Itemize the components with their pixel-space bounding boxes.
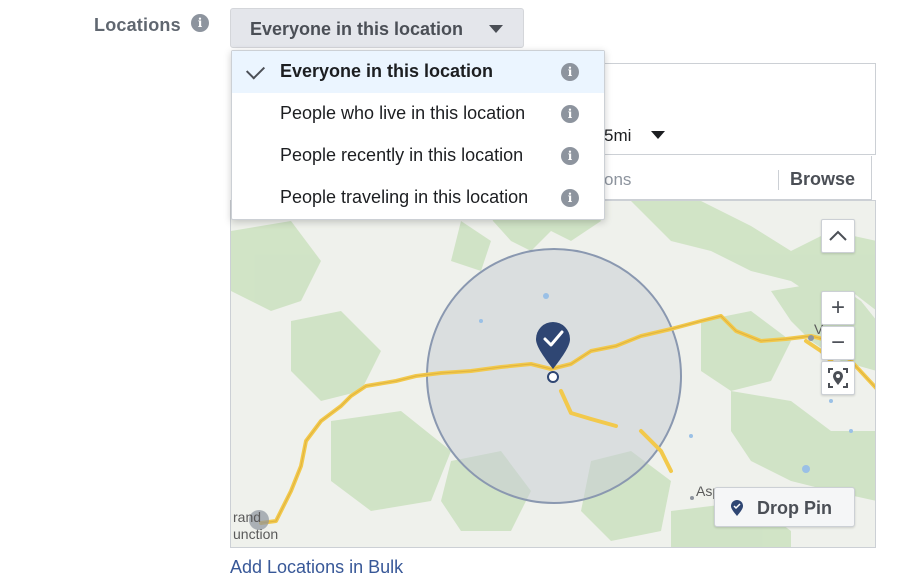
audience-type-selected: Everyone in this location	[250, 19, 464, 39]
pin-icon	[731, 500, 743, 516]
menu-item-label: People who live in this location	[280, 103, 526, 123]
place-label-junction: unction	[233, 526, 279, 542]
locations-label: Locations	[94, 15, 181, 35]
recenter-button[interactable]	[821, 361, 855, 395]
zoom-in-button[interactable]: +	[821, 291, 855, 325]
audience-type-menu: Everyone in this location i People who l…	[231, 50, 605, 220]
menu-item-everyone[interactable]: Everyone in this location i	[232, 51, 604, 93]
add-locations-in-bulk-link[interactable]: Add Locations in Bulk	[230, 557, 403, 578]
place-label-grand: rand	[233, 509, 262, 525]
info-icon[interactable]: i	[561, 147, 579, 165]
drop-pin-label: Drop Pin	[757, 498, 832, 518]
caret-down-icon	[489, 25, 503, 33]
info-icon[interactable]: i	[191, 14, 209, 32]
info-icon[interactable]: i	[561, 189, 579, 207]
checkmark-icon	[245, 60, 266, 80]
chevron-down-icon[interactable]	[651, 131, 665, 139]
info-icon[interactable]: i	[561, 105, 579, 123]
audience-type-dropdown[interactable]: Everyone in this location	[230, 8, 524, 48]
menu-item-label: People traveling in this location	[280, 187, 529, 207]
menu-item-label: People recently in this location	[280, 145, 524, 165]
info-icon[interactable]: i	[561, 63, 579, 81]
menu-item-live[interactable]: People who live in this location i	[232, 93, 604, 135]
location-search-input[interactable]: ons	[604, 170, 631, 190]
radius-value[interactable]: 5mi	[604, 126, 631, 146]
search-divider	[778, 170, 779, 190]
menu-item-recently[interactable]: People recently in this location i	[232, 135, 604, 177]
browse-button[interactable]: Browse	[790, 169, 855, 190]
zoom-out-button[interactable]: −	[821, 326, 855, 360]
drop-pin-button[interactable]: Drop Pin	[714, 487, 855, 527]
collapse-map-button[interactable]	[821, 219, 855, 253]
menu-item-traveling[interactable]: People traveling in this location i	[232, 177, 604, 219]
location-target-icon	[828, 368, 848, 388]
menu-item-label: Everyone in this location	[280, 61, 494, 81]
chevron-up-icon	[829, 230, 847, 241]
